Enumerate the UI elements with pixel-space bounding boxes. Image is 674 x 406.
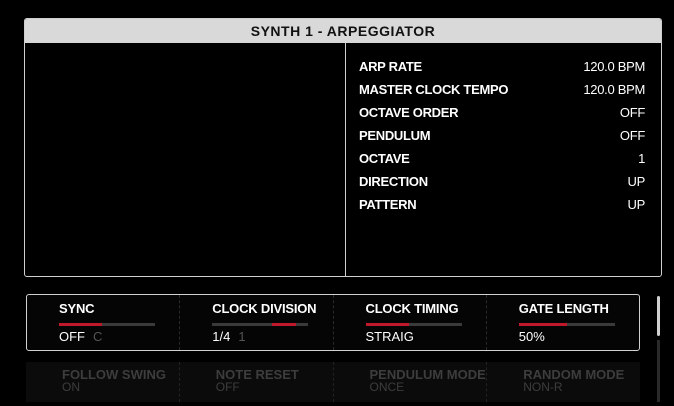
param-row-master-clock-tempo: MASTER CLOCK TEMPO 120.0 BPM (359, 78, 645, 101)
follow-swing-knob[interactable]: FOLLOW SWING ON (26, 362, 179, 402)
next-value-text: 1 (238, 329, 246, 344)
control-value: 50% (519, 329, 545, 344)
level-fill (365, 323, 409, 326)
control-value: STRAIG (366, 329, 414, 344)
param-value: 120.0 BPM (583, 82, 645, 97)
level-fill (518, 323, 567, 326)
arp-visualization-area (25, 43, 346, 276)
param-row-pendulum: PENDULUM OFF (359, 124, 645, 147)
control-value: ONCE (369, 380, 405, 394)
param-value: OFF (619, 105, 645, 120)
control-value: ON (62, 380, 80, 394)
control-value: OFF C (59, 329, 102, 344)
control-value: 1/4 1 (212, 329, 245, 344)
param-value: 1 (638, 151, 645, 166)
panel-title: SYNTH 1 - ARPEGGIATOR (25, 19, 661, 43)
random-mode-knob[interactable]: RANDOM MODE NON-R (486, 362, 640, 402)
scrollbar-track[interactable] (657, 340, 660, 402)
param-name: PENDULUM (359, 128, 431, 143)
param-name: OCTAVE ORDER (359, 105, 459, 120)
control-label: CLOCK DIVISION (212, 301, 317, 316)
param-value: UP (627, 197, 646, 212)
scrollbar-thumb[interactable] (657, 296, 660, 336)
param-name: MASTER CLOCK TEMPO (359, 82, 509, 97)
value-text: 50% (518, 329, 545, 344)
pendulum-mode-knob[interactable]: PENDULUM MODE ONCE (332, 362, 487, 402)
level-bar (365, 323, 462, 326)
gate-length-knob[interactable]: GATE LENGTH 50% (485, 295, 639, 350)
param-name: ARP RATE (359, 59, 422, 74)
control-label: SYNC (59, 301, 95, 316)
param-name: PATTERN (359, 197, 417, 212)
param-value: OFF (619, 128, 645, 143)
sync-knob[interactable]: SYNC OFF C (27, 295, 179, 350)
active-control-strip: SYNC OFF C CLOCK DIVISION 1/4 1 CLOCK TIMI… (26, 294, 640, 351)
parameter-list: ARP RATE 120.0 BPM MASTER CLOCK TEMPO 12… (359, 55, 645, 216)
clock-division-knob[interactable]: CLOCK DIVISION 1/4 1 (179, 295, 332, 350)
control-label: GATE LENGTH (518, 301, 609, 316)
control-value: NON-R (523, 380, 563, 394)
value-text: STRAIG (365, 329, 414, 344)
level-bar (59, 323, 155, 326)
level-bar (212, 323, 309, 326)
param-name: DIRECTION (359, 174, 428, 189)
next-value-text: C (93, 329, 103, 344)
level-fill (271, 323, 296, 326)
param-row-pattern: PATTERN UP (359, 193, 645, 216)
param-value: 120.0 BPM (583, 59, 645, 74)
arpeggiator-panel: SYNTH 1 - ARPEGGIATOR ARP RATE 120.0 BPM… (24, 18, 662, 277)
control-label: CLOCK TIMING (365, 301, 459, 316)
param-row-octave: OCTAVE 1 (359, 147, 645, 170)
value-text: 1/4 (212, 329, 231, 344)
param-name: OCTAVE (359, 151, 410, 166)
control-value: OFF (215, 380, 240, 394)
value-text: OFF (59, 329, 85, 344)
inactive-control-strip: FOLLOW SWING ON NOTE RESET OFF PENDULUM … (26, 362, 640, 402)
note-reset-knob[interactable]: NOTE RESET OFF (178, 362, 333, 402)
param-row-octave-order: OCTAVE ORDER OFF (359, 101, 645, 124)
param-value: UP (627, 174, 646, 189)
level-bar (518, 323, 615, 326)
level-fill (59, 323, 103, 326)
param-row-direction: DIRECTION UP (359, 170, 645, 193)
param-row-arp-rate: ARP RATE 120.0 BPM (359, 55, 645, 78)
clock-timing-knob[interactable]: CLOCK TIMING STRAIG (332, 295, 486, 350)
